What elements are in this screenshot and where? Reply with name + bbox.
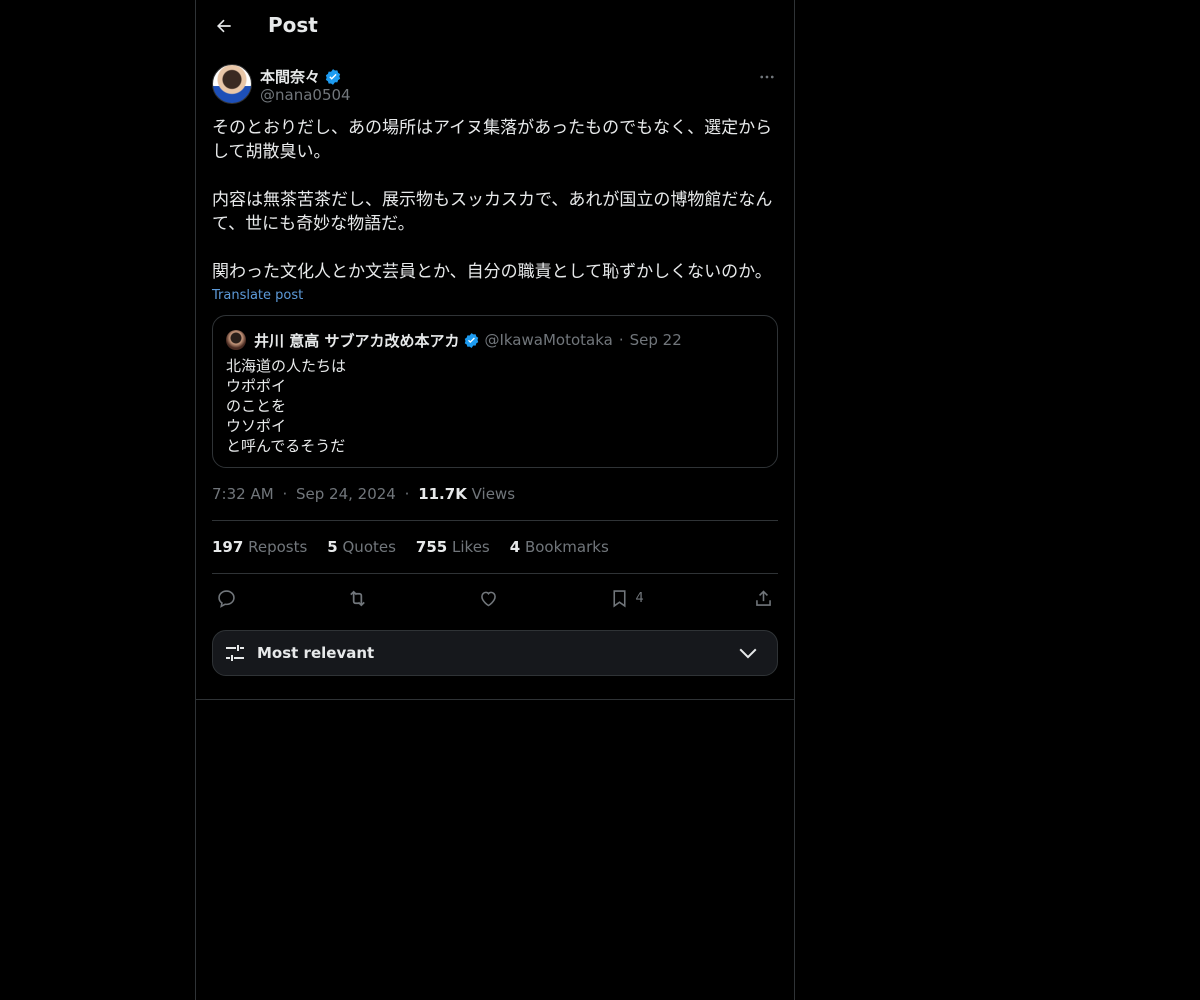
post-column: Post 本間奈々 @nana0504 そのとおりだし、あの場所はアイヌ集落があ… [195,0,795,1000]
quote-author-name: 井川 意高 サブアカ改め本アカ [254,331,460,350]
quote-date: Sep 22 [629,331,682,349]
repost-button[interactable] [346,587,369,610]
action-bar: 4 [212,574,778,622]
quoted-post[interactable]: 井川 意高 サブアカ改め本アカ @IkawaMototaka · Sep 22 … [212,315,778,468]
sort-label: Most relevant [257,644,375,662]
bookmark-icon [612,589,626,607]
views-label: Views [471,485,516,503]
quotes-label: Quotes [342,538,396,556]
reposts-count: 197 [212,538,244,556]
author-handle[interactable]: @nana0504 [260,86,351,104]
quote-separator: · [618,331,624,349]
share-icon [756,589,771,606]
bookmark-count: 4 [635,590,644,606]
header: Post [196,0,794,54]
translate-post-link[interactable]: Translate post [212,288,303,303]
likes-stat[interactable]: 755 Likes [416,538,490,556]
quotes-stat[interactable]: 5 Quotes [327,538,396,556]
more-dots-icon [760,75,774,79]
verified-badge-icon [465,332,479,348]
quote-author-handle: @IkawaMototaka [484,331,613,349]
quoted-post-header: 井川 意高 サブアカ改め本アカ @IkawaMototaka · Sep 22 [226,328,764,352]
reposts-stat[interactable]: 197 Reposts [212,538,307,556]
reposts-label: Reposts [248,538,308,556]
bookmarks-stat[interactable]: 4 Bookmarks [510,538,609,556]
author-name-wrap[interactable]: 本間奈々 [260,66,342,87]
like-button[interactable] [478,588,499,609]
verified-badge-icon [325,68,341,85]
post-date[interactable]: Sep 24, 2024 [296,485,396,503]
sort-label-wrap: Most relevant [223,641,374,665]
post: 本間奈々 @nana0504 そのとおりだし、あの場所はアイヌ集落があったもので… [196,64,794,700]
likes-count: 755 [415,538,448,556]
avatar[interactable] [212,64,252,104]
quotes-count: 5 [327,538,338,556]
post-meta: 7:32 AM · Sep 24, 2024 · 11.7K Views [212,485,778,521]
bookmarks-count: 4 [509,538,521,556]
likes-label: Likes [452,538,490,556]
quote-text: 北海道の人たちは ウポポイ のことを ウソポイ と呼んでるそうだ [226,357,347,455]
heart-icon [481,591,497,606]
quote-avatar [226,330,246,350]
post-stats: 197 Reposts 5 Quotes 755 Likes 4 Bookmar… [212,521,778,574]
author-name[interactable]: 本間奈々 [260,66,320,87]
post-time[interactable]: 7:32 AM [212,485,274,503]
back-button[interactable] [212,14,236,38]
sliders-icon [226,645,244,661]
bookmarks-label: Bookmarks [524,538,609,556]
arrow-left-icon [217,19,231,33]
reply-icon [218,589,235,608]
bookmark-button[interactable]: 4 [609,588,644,609]
more-options-button[interactable] [756,66,778,88]
sort-replies-dropdown[interactable]: Most relevant [212,630,778,676]
post-text: そのとおりだし、あの場所はアイヌ集落があったものでもなく、選定から して胡散臭い… [212,118,773,282]
share-button[interactable] [753,588,774,609]
author-row: 本間奈々 @nana0504 [212,64,778,122]
chevron-down-icon [739,648,757,659]
views-count: 11.7K [418,485,467,503]
meta-separator: · [404,485,410,503]
reply-button[interactable] [216,588,237,609]
repost-icon [350,590,365,606]
meta-separator: · [282,485,288,503]
page-title: Post [268,13,318,37]
